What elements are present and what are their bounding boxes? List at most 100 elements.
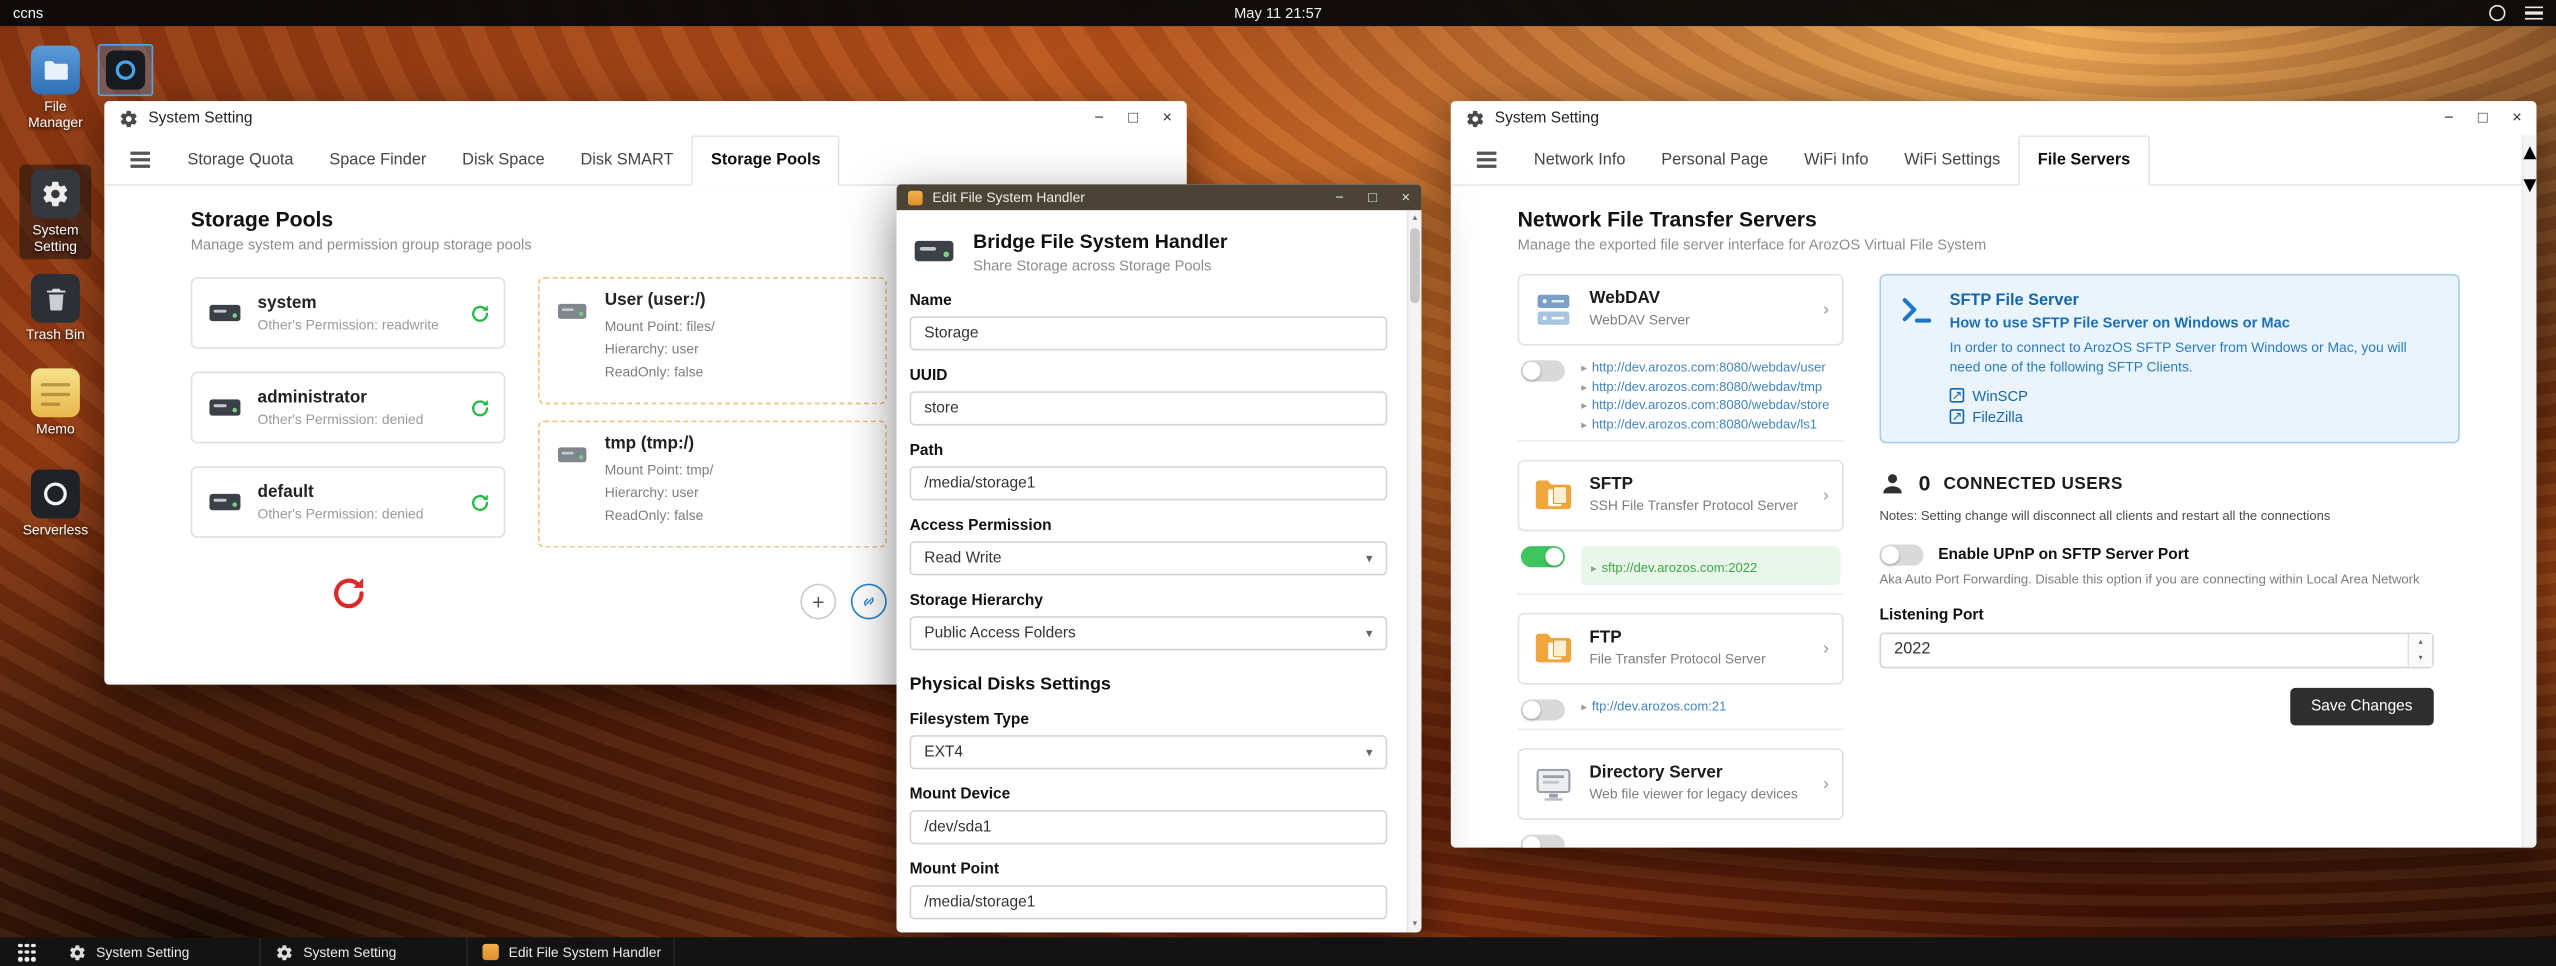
- desktop-icon-selected[interactable]: [97, 44, 154, 97]
- close-button[interactable]: ×: [2512, 109, 2522, 126]
- taskbar-item-system-setting-2[interactable]: System Setting: [261, 937, 468, 966]
- service-name: Directory Server: [1589, 762, 1723, 782]
- sftp-card[interactable]: SFTP SSH File Transfer Protocol Server ›: [1517, 458, 1844, 531]
- taskbar-item-system-setting-1[interactable]: System Setting: [54, 937, 261, 966]
- desktop-icon-label: File Manager: [28, 97, 83, 131]
- storage-pool-row[interactable]: default Other's Permission: denied: [190, 466, 506, 538]
- pool-name: system: [257, 293, 317, 313]
- upnp-toggle[interactable]: [1879, 543, 1924, 566]
- tab-space-finder[interactable]: Space Finder: [311, 136, 444, 183]
- minimize-button[interactable]: −: [1094, 109, 1104, 126]
- close-button[interactable]: ×: [1163, 109, 1173, 126]
- scroll-down-icon[interactable]: ▾: [2523, 171, 2536, 199]
- webdav-link[interactable]: ▸ http://dev.arozos.com:8080/webdav/user: [1581, 360, 1829, 375]
- filesystem-type-select[interactable]: EXT4 ▾: [909, 735, 1388, 770]
- sftp-link[interactable]: ▸ sftp://dev.arozos.com:2022: [1591, 560, 1757, 575]
- minimize-button[interactable]: −: [2444, 109, 2454, 126]
- webdav-card[interactable]: WebDAV WebDAV Server ›: [1517, 273, 1844, 346]
- scrollbar[interactable]: ▴ ▾: [1406, 210, 1422, 933]
- ftp-toggle[interactable]: [1520, 698, 1565, 720]
- close-button[interactable]: ×: [1401, 189, 1410, 205]
- desktop-icon-trash-bin[interactable]: Trash Bin: [20, 273, 92, 344]
- menu-icon[interactable]: [1476, 151, 1497, 169]
- access-permission-select[interactable]: Read Write ▾: [909, 541, 1388, 576]
- client-link-winscp[interactable]: ↗ WinSCP: [1949, 387, 2439, 404]
- listening-port-field: ▴ ▾: [1879, 631, 2434, 668]
- ftp-card[interactable]: FTP File Transfer Protocol Server ›: [1517, 612, 1844, 684]
- save-changes-button[interactable]: Save Changes: [2289, 687, 2434, 725]
- system-menu-icon[interactable]: [2525, 5, 2543, 21]
- mount-device-input[interactable]: [909, 810, 1388, 845]
- storage-pool-row[interactable]: administrator Other's Permission: denied: [190, 371, 506, 444]
- mount-card[interactable]: tmp (tmp:/) Mount Point: tmp/ Hierarchy:…: [537, 420, 887, 548]
- taskbar-item-edit-file-system-handler[interactable]: Edit File System Handler: [468, 937, 675, 966]
- scrollbar-thumb[interactable]: [1410, 228, 1420, 304]
- tab-file-servers[interactable]: File Servers: [2018, 135, 2150, 186]
- storage-pool-row[interactable]: system Other's Permission: readwrite: [190, 277, 506, 349]
- number-spinner[interactable]: ▴ ▾: [2407, 633, 2433, 667]
- directory-server-toggle[interactable]: [1520, 833, 1565, 848]
- menu-icon[interactable]: [130, 151, 150, 169]
- tab-wifi-info[interactable]: WiFi Info: [1786, 136, 1886, 183]
- mount-card[interactable]: User (user:/) Mount Point: files/ Hierar…: [537, 277, 887, 405]
- mount-point: Mount Point: files/: [604, 317, 715, 335]
- mount-point-input[interactable]: [909, 885, 1388, 920]
- webdav-link[interactable]: ▸ http://dev.arozos.com:8080/webdav/ls1: [1581, 416, 1829, 431]
- link-storage-button[interactable]: [850, 583, 887, 620]
- sftp-toggle[interactable]: [1520, 545, 1565, 567]
- title-bar[interactable]: Edit File System Handler − □ ×: [896, 184, 1422, 211]
- tab-storage-pools[interactable]: Storage Pools: [691, 135, 841, 186]
- webdav-link[interactable]: ▸ http://dev.arozos.com:8080/webdav/store: [1581, 398, 1829, 413]
- sync-icon[interactable]: [469, 302, 490, 323]
- title-bar[interactable]: System Setting − □ ×: [1450, 101, 2537, 136]
- bullet-icon: ▸: [1581, 419, 1587, 432]
- bullet-icon: ▸: [1581, 401, 1587, 413]
- spin-down-icon[interactable]: ▾: [2409, 649, 2433, 667]
- scroll-down-icon[interactable]: ▾: [1408, 919, 1421, 929]
- path-input[interactable]: [909, 466, 1388, 501]
- maximize-button[interactable]: □: [1128, 109, 1138, 126]
- directory-server-card[interactable]: Directory Server Web file viewer for leg…: [1517, 747, 1844, 820]
- title-bar[interactable]: System Setting − □ ×: [104, 101, 1187, 136]
- chevron-right-icon: ›: [1822, 638, 1829, 658]
- pool-permission: Other's Permission: denied: [257, 410, 424, 428]
- webdav-toggle[interactable]: [1520, 360, 1565, 382]
- uuid-input[interactable]: [909, 391, 1388, 426]
- spin-up-icon[interactable]: ▴: [2409, 633, 2433, 650]
- desktop-icon-file-manager[interactable]: File Manager: [20, 45, 92, 132]
- mount-hierarchy: Hierarchy: user: [604, 340, 699, 358]
- maximize-button[interactable]: □: [1368, 189, 1377, 205]
- bullet-icon: ▸: [1581, 701, 1587, 714]
- start-menu-button[interactable]: [0, 937, 54, 966]
- window-system-setting-servers: System Setting − □ × Network Info Person…: [1450, 101, 2537, 848]
- desktop-icon-label: System Setting: [32, 221, 79, 254]
- add-mount-button[interactable]: +: [800, 583, 837, 620]
- sync-icon[interactable]: [469, 491, 490, 512]
- maximize-button[interactable]: □: [2478, 109, 2488, 126]
- scroll-up-icon[interactable]: ▴: [2523, 139, 2536, 167]
- sync-icon[interactable]: [469, 397, 490, 418]
- scrollbar[interactable]: ▴ ▾: [2521, 135, 2537, 848]
- directory-server-icon: [1532, 762, 1574, 804]
- scroll-up-icon[interactable]: ▴: [1408, 214, 1421, 224]
- client-link-filezilla[interactable]: ↗ FileZilla: [1949, 409, 2439, 425]
- tab-network-info[interactable]: Network Info: [1516, 136, 1643, 183]
- tab-personal-page[interactable]: Personal Page: [1643, 136, 1786, 183]
- desktop-icon-serverless[interactable]: Serverless: [20, 469, 92, 539]
- webdav-link[interactable]: ▸ http://dev.arozos.com:8080/webdav/tmp: [1581, 379, 1829, 394]
- listening-port-input[interactable]: [1881, 633, 2408, 667]
- name-input[interactable]: [909, 316, 1388, 351]
- storage-hierarchy-select[interactable]: Public Access Folders ▾: [909, 616, 1388, 651]
- tab-disk-smart[interactable]: Disk SMART: [563, 136, 692, 183]
- tab-disk-space[interactable]: Disk Space: [444, 136, 562, 183]
- refresh-pools-button[interactable]: [328, 574, 367, 613]
- file-server-list: WebDAV WebDAV Server › ▸ http://dev.arozo…: [1517, 273, 1844, 848]
- ftp-link[interactable]: ▸ ftp://dev.arozos.com:21: [1581, 698, 1726, 713]
- desktop-icon-memo[interactable]: Memo: [20, 368, 92, 438]
- desktop-icon-system-setting[interactable]: System Setting: [19, 164, 92, 259]
- tab-storage-quota[interactable]: Storage Quota: [170, 136, 312, 183]
- taskbar-item-label: Edit File System Handler: [508, 943, 662, 961]
- minimize-button[interactable]: −: [1335, 189, 1344, 205]
- tab-wifi-settings[interactable]: WiFi Settings: [1886, 136, 2018, 183]
- uuid-label: UUID: [909, 366, 948, 385]
